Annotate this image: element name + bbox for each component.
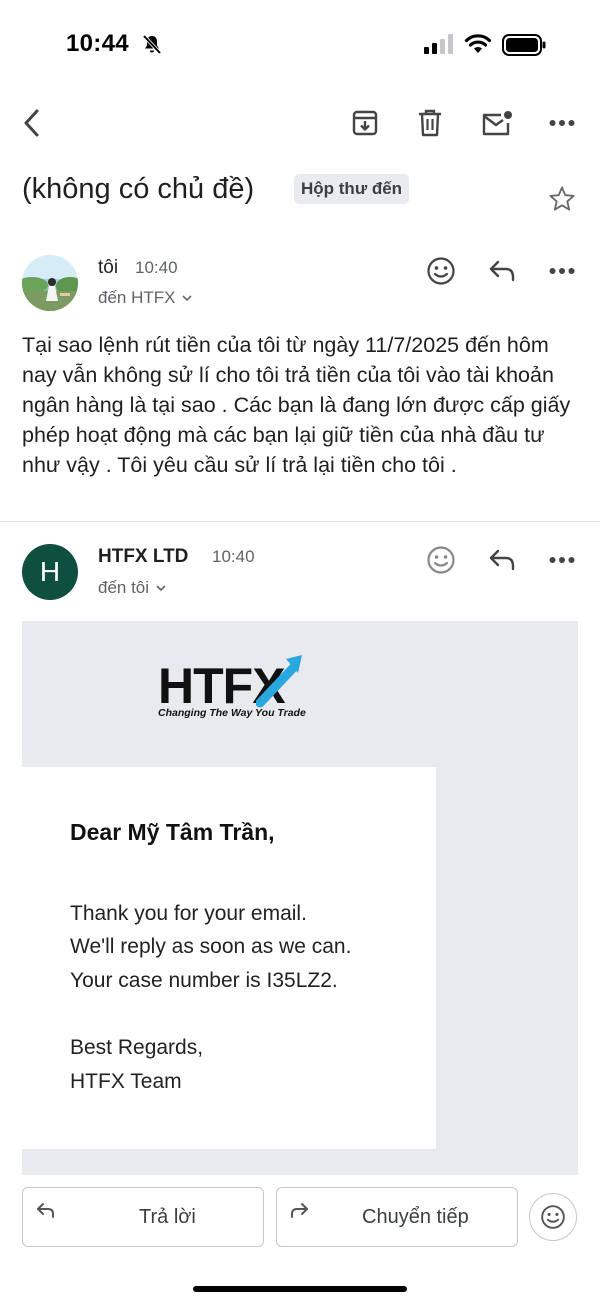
- forward-action-label: Chuyển tiếp: [362, 1206, 469, 1228]
- sender-avatar-initial[interactable]: H: [22, 544, 78, 600]
- chevron-down-icon: [182, 295, 193, 302]
- more-options-button[interactable]: [542, 103, 582, 143]
- more-horizontal-icon: [549, 557, 575, 563]
- signoff-line-1: Best Regards,: [70, 1036, 204, 1059]
- message-1-reply-button[interactable]: [482, 251, 522, 291]
- message-1-emoji-reaction-button[interactable]: [421, 251, 461, 291]
- email-toolbar: [0, 95, 600, 151]
- reply-line-1: Thank you for your email.: [70, 902, 307, 925]
- email-html-content: HTFX Changing The Way You Trade Dear Mỹ …: [22, 621, 578, 1175]
- archive-button[interactable]: [345, 103, 385, 143]
- emoji-icon: [427, 257, 455, 285]
- message-1-body: Tại sao lệnh rút tiền của tôi từ ngày 11…: [22, 333, 571, 477]
- reply-action-button[interactable]: Trả lời: [22, 1187, 264, 1247]
- star-button[interactable]: [544, 181, 580, 217]
- forward-icon: [291, 1203, 308, 1218]
- avatar-photo-image: [22, 255, 78, 311]
- sender-avatar-photo[interactable]: [22, 255, 78, 311]
- message-1-more-button[interactable]: [542, 251, 582, 291]
- back-button[interactable]: [12, 101, 52, 145]
- reply-line-2: We'll reply as soon as we can.: [70, 935, 352, 958]
- chevron-down-icon: [156, 585, 166, 592]
- message-1-time: 10:40: [135, 258, 178, 277]
- cellular-signal-icon: [424, 34, 453, 54]
- message-2-reply-button[interactable]: [482, 540, 522, 580]
- battery-icon: [502, 34, 546, 56]
- inbox-label-chip[interactable]: Hộp thư đến: [294, 174, 410, 204]
- subject-row: (không có chủ đề) Hộp thư đến: [22, 168, 582, 218]
- message-1-recipient: đến HTFX: [98, 288, 176, 307]
- status-time: 10:44: [66, 30, 129, 57]
- trash-icon: [419, 109, 441, 137]
- delete-button[interactable]: [410, 103, 450, 143]
- mark-unread-button[interactable]: [477, 103, 517, 143]
- forward-action-button[interactable]: Chuyển tiếp: [276, 1187, 518, 1247]
- message-2-recipient: đến tôi: [98, 578, 150, 597]
- message-2-recipient-toggle[interactable]: đến tôi: [98, 578, 167, 598]
- message-2-time: 10:40: [212, 547, 255, 566]
- back-arrow-icon: [24, 109, 39, 137]
- email-subject: (không có chủ đề): [22, 173, 255, 205]
- logo-tagline: Changing The Way You Trade: [158, 707, 306, 719]
- message-1-sender: tôi: [98, 257, 119, 278]
- home-indicator[interactable]: [193, 1286, 407, 1292]
- emoji-reaction-button[interactable]: [529, 1193, 577, 1241]
- reply-icon: [489, 549, 515, 571]
- message-2-more-button[interactable]: [542, 540, 582, 580]
- reply-line-3: Your case number is I35LZ2.: [70, 969, 338, 992]
- greeting: Dear Mỹ Tâm Trần,: [70, 819, 275, 845]
- mail-unread-icon: [482, 111, 512, 136]
- star-icon: [549, 186, 575, 211]
- auto-reply-panel: Dear Mỹ Tâm Trần, Thank you for your ema…: [22, 767, 436, 1149]
- more-horizontal-icon: [549, 120, 575, 126]
- reply-action-label: Trả lời: [139, 1206, 196, 1228]
- emoji-icon: [541, 1205, 565, 1229]
- more-horizontal-icon: [549, 268, 575, 274]
- status-bar: 10:44: [0, 0, 600, 90]
- message-2-emoji-reaction-button[interactable]: [421, 540, 461, 580]
- bell-muted-icon: [142, 34, 162, 55]
- archive-icon: [352, 110, 378, 136]
- wifi-icon: [464, 34, 492, 53]
- message-divider: [0, 521, 600, 522]
- logo-arrow-icon: [256, 655, 302, 708]
- reply-icon: [37, 1203, 54, 1218]
- signoff-line-2: HTFX Team: [70, 1070, 182, 1093]
- message-2-sender: HTFX LTD: [98, 546, 189, 567]
- message-1-recipient-toggle[interactable]: đến HTFX: [98, 288, 193, 308]
- emoji-icon: [427, 546, 455, 574]
- reply-icon: [489, 260, 515, 282]
